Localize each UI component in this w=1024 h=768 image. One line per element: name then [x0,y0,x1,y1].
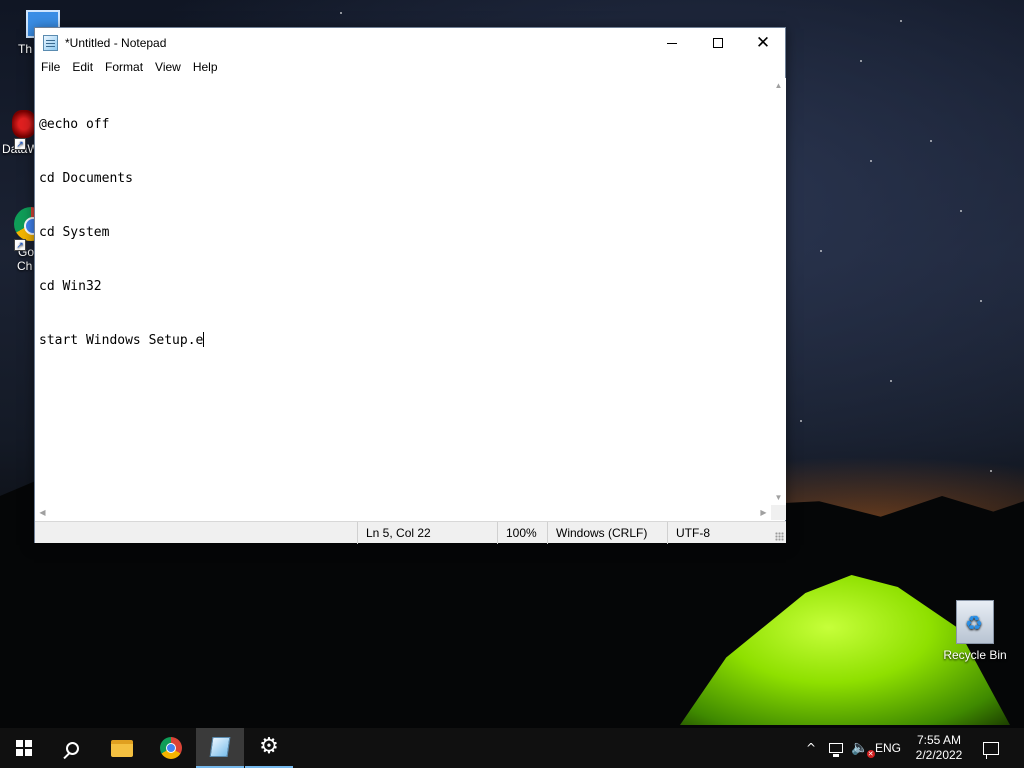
close-icon: ✕ [755,32,771,53]
minimize-button[interactable] [649,28,695,58]
shortcut-arrow-icon: ↗ [14,239,26,251]
search-icon [65,741,79,755]
editor-line: cd Win32 [39,279,102,294]
notepad-window[interactable]: *Untitled - Notepad ✕ File Edit Format V… [34,27,786,544]
windows-logo-icon [16,740,32,756]
language-indicator: ENG [874,741,901,755]
minimize-icon [667,42,677,44]
line-ending: Windows (CRLF) [547,522,667,544]
text-editor[interactable]: @echo off cd Documents cd System cd Win3… [35,78,771,505]
scroll-down-icon[interactable]: ▼ [771,490,786,505]
volume-button[interactable]: 🔈 ✕ [848,728,875,768]
editor-line: @echo off [39,117,110,132]
speaker-muted-icon: 🔈 ✕ [851,740,875,758]
notification-icon [983,741,999,759]
input-language-button[interactable]: ENG [874,728,902,768]
scrollbar-corner [771,505,786,520]
taskbar-settings[interactable]: ⚙ [245,728,293,768]
editor-line-text: start Windows Setup.e [39,333,204,348]
menu-help[interactable]: Help [187,58,224,77]
start-button[interactable] [0,728,48,768]
desktop-icon-label: Recycle Bin [943,648,1007,662]
scroll-right-icon[interactable]: ▶ [756,505,771,520]
clock-time: 7:55 AM [916,733,962,747]
vertical-scrollbar[interactable]: ▲ ▼ [771,78,786,505]
taskbar-file-explorer[interactable] [98,728,146,768]
status-bar: Ln 5, Col 22 100% Windows (CRLF) UTF-8 [35,521,786,544]
cursor-position: Ln 5, Col 22 [357,522,497,544]
scroll-left-icon[interactable]: ◀ [35,505,50,520]
shortcut-arrow-icon: ↗ [14,138,26,150]
folder-icon [111,739,133,757]
maximize-icon [713,38,723,48]
network-button[interactable] [824,728,848,768]
action-center-button[interactable] [978,728,1004,768]
notepad-icon [43,35,58,51]
recycle-bin-icon [956,600,994,644]
clock-date: 2/2/2022 [915,748,963,762]
text-caret [203,332,205,347]
horizontal-scrollbar[interactable]: ◀ ▶ [35,505,771,520]
editor-line-current: start Windows Setup.e [39,332,767,350]
menu-bar: File Edit Format View Help [35,58,224,77]
editor-line: cd System [39,225,110,240]
zoom-level: 100% [497,522,547,544]
menu-file[interactable]: File [35,58,66,77]
title-bar[interactable]: *Untitled - Notepad ✕ [35,28,785,58]
network-icon [829,743,843,757]
resize-grip-icon[interactable] [775,532,784,541]
menu-view[interactable]: View [149,58,187,77]
gear-icon: ⚙ [259,734,279,759]
desktop-icon-recycle-bin[interactable]: Recycle Bin [937,600,1013,662]
clock-button[interactable]: 7:55 AM 2/2/2022 [908,728,970,768]
scroll-up-icon[interactable]: ▲ [771,78,786,93]
close-button[interactable]: ✕ [740,28,786,58]
menu-format[interactable]: Format [99,58,149,77]
maximize-button[interactable] [695,28,741,58]
datawarehouse-icon [12,110,36,138]
menu-edit[interactable]: Edit [66,58,99,77]
editor-line: cd Documents [39,171,133,186]
encoding: UTF-8 [667,522,786,544]
window-title: *Untitled - Notepad [65,36,167,50]
show-hidden-icons-button[interactable]: ^ [800,728,822,768]
taskbar: ⚙ ^ 🔈 ✕ ENG 7:55 AM 2/2/2022 [0,728,1024,768]
taskbar-chrome[interactable] [147,728,195,768]
search-button[interactable] [48,728,96,768]
chrome-icon [160,737,182,759]
notepad-icon [209,737,231,757]
chevron-up-icon: ^ [805,741,817,755]
taskbar-notepad[interactable] [196,728,244,768]
